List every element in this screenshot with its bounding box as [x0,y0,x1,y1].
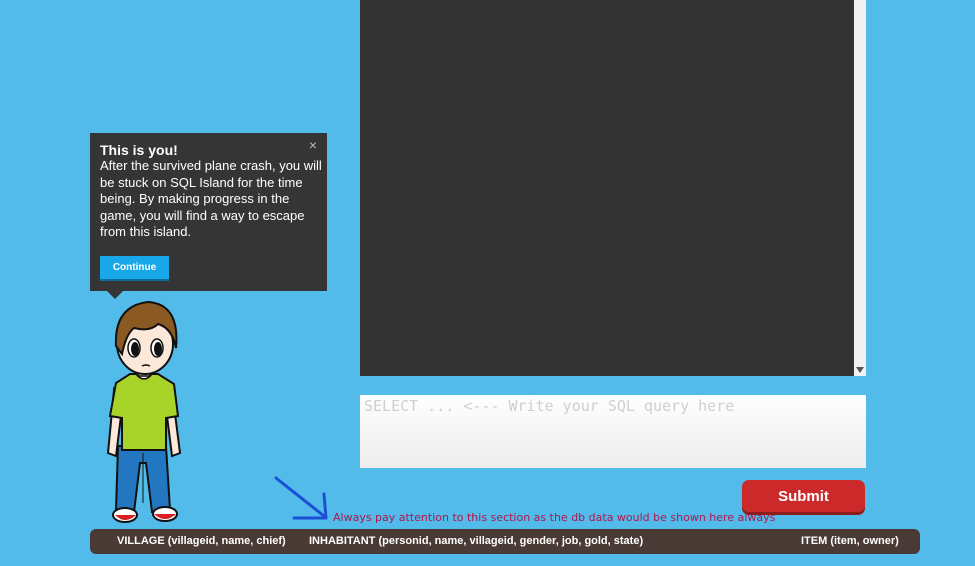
tooltip-body: After the survived plane crash, you will… [100,158,322,239]
scroll-down-arrow-icon[interactable] [856,367,864,373]
close-icon[interactable]: × [309,137,317,153]
submit-button[interactable]: Submit [742,480,865,512]
annotation-text: Always pay attention to this section as … [333,511,776,524]
sql-query-input[interactable] [360,395,866,468]
output-scrollbar[interactable] [854,0,866,376]
player-avatar-icon [106,300,182,523]
intro-tooltip: × This is you! After the survived plane … [90,133,327,291]
schema-inhabitant[interactable]: INHABITANT (personid, name, villageid, g… [309,535,643,547]
db-schema-bar: VILLAGE (villageid, name, chief) INHABIT… [90,529,920,554]
schema-item[interactable]: ITEM (item, owner) [801,535,899,547]
annotation-arrow-icon [274,476,328,520]
query-output-panel[interactable] [360,0,866,376]
output-screen [360,0,854,376]
tooltip-title: This is you! [100,142,178,158]
continue-button[interactable]: Continue [100,256,169,279]
schema-village[interactable]: VILLAGE (villageid, name, chief) [117,535,286,547]
